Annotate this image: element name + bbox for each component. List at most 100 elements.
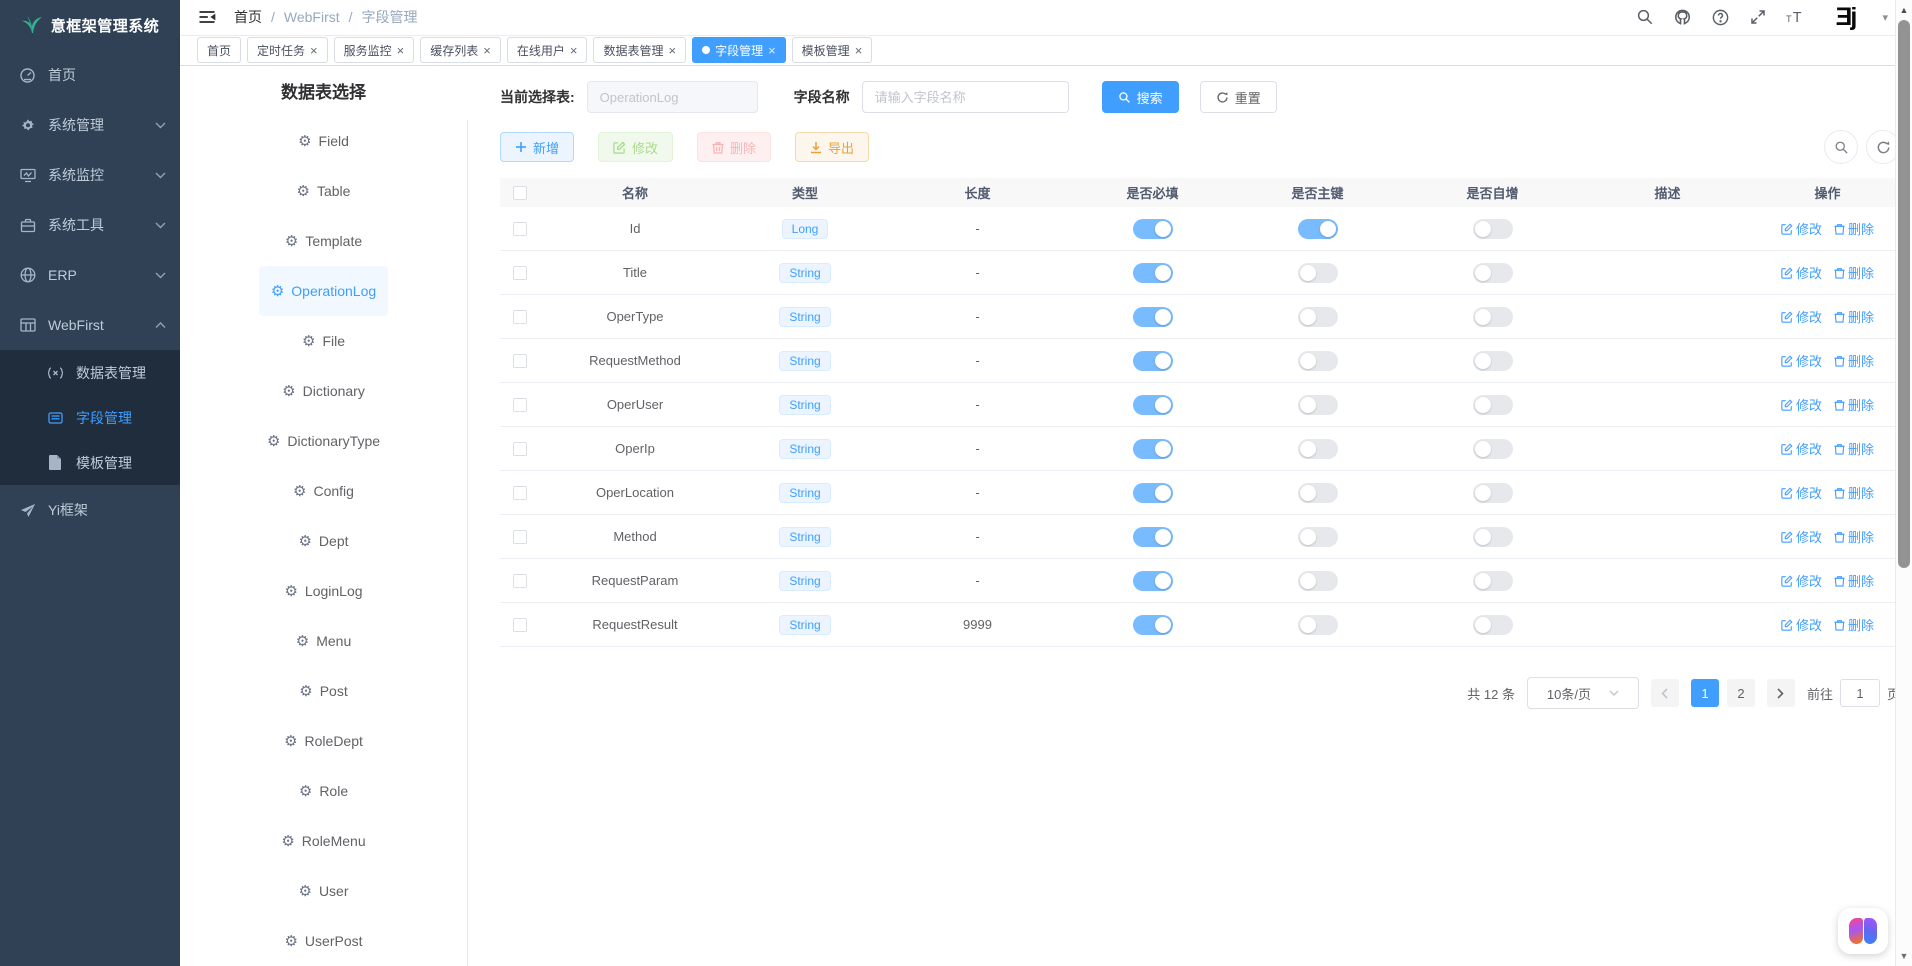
tab-close-icon[interactable]: × [397, 44, 405, 57]
row-edit-link[interactable]: 修改 [1781, 615, 1822, 634]
sidebar-item-template-management[interactable]: 模板管理 [0, 440, 180, 485]
reset-button[interactable]: 重置 [1200, 81, 1277, 113]
row-delete-link[interactable]: 删除 [1834, 483, 1874, 502]
primary-key-toggle[interactable] [1298, 571, 1338, 591]
autoincrement-toggle[interactable] [1473, 527, 1513, 547]
scrollbar-down-icon[interactable]: ▼ [1896, 948, 1912, 964]
sidebar-item-system-tools[interactable]: 系统工具 [0, 200, 180, 250]
row-checkbox[interactable] [513, 618, 527, 632]
row-edit-link[interactable]: 修改 [1781, 307, 1822, 326]
required-toggle[interactable] [1133, 395, 1173, 415]
row-edit-link[interactable]: 修改 [1781, 351, 1822, 370]
tree-item[interactable]: ⚙ LoginLog [272, 566, 374, 616]
row-delete-link[interactable]: 删除 [1834, 439, 1874, 458]
required-toggle[interactable] [1133, 527, 1173, 547]
row-delete-link[interactable]: 删除 [1834, 395, 1874, 414]
export-button[interactable]: 导出 [795, 132, 869, 162]
row-checkbox[interactable] [513, 398, 527, 412]
row-checkbox[interactable] [513, 266, 527, 280]
required-toggle[interactable] [1133, 307, 1173, 327]
row-edit-link[interactable]: 修改 [1781, 527, 1822, 546]
view-tab[interactable]: 字段管理 × [692, 37, 786, 63]
view-tab[interactable]: 定时任务 × [247, 37, 328, 63]
row-checkbox[interactable] [513, 530, 527, 544]
avatar-caret-icon[interactable]: ▾ [1882, 11, 1888, 24]
search-button[interactable]: 搜索 [1102, 81, 1179, 113]
sidebar-item-webfirst[interactable]: WebFirst [0, 300, 180, 350]
tree-item[interactable]: ⚙ Dept [286, 516, 360, 566]
tree-item[interactable]: ⚙ Dictionary [270, 366, 377, 416]
autoincrement-toggle[interactable] [1473, 351, 1513, 371]
tree-item[interactable]: ⚙ Table [285, 166, 363, 216]
page-size-select[interactable]: 10条/页 [1527, 677, 1639, 709]
tab-close-icon[interactable]: × [668, 44, 676, 57]
sidebar-collapse-icon[interactable] [197, 7, 217, 27]
sidebar-item-system-admin[interactable]: 系统管理 [0, 100, 180, 150]
tree-item[interactable]: ⚙ Template [273, 216, 374, 266]
tree-item[interactable]: ⚙ Role [287, 766, 360, 816]
row-delete-link[interactable]: 删除 [1834, 615, 1874, 634]
row-delete-link[interactable]: 删除 [1834, 263, 1874, 282]
sidebar-item-erp[interactable]: ERP [0, 250, 180, 300]
sidebar-item-field-management[interactable]: 字段管理 [0, 395, 180, 440]
tree-item[interactable]: ⚙ DictionaryType [255, 416, 392, 466]
primary-key-toggle[interactable] [1298, 615, 1338, 635]
view-tab[interactable]: 在线用户 × [507, 37, 588, 63]
tree-item[interactable]: ⚙ User [286, 866, 360, 916]
required-toggle[interactable] [1133, 571, 1173, 591]
row-delete-link[interactable]: 删除 [1834, 351, 1874, 370]
fullscreen-icon[interactable] [1749, 8, 1767, 26]
view-tab[interactable]: 服务监控 × [334, 37, 415, 63]
tree-item[interactable]: ⚙ Menu [284, 616, 363, 666]
autoincrement-toggle[interactable] [1473, 219, 1513, 239]
row-edit-link[interactable]: 修改 [1781, 219, 1822, 238]
autoincrement-toggle[interactable] [1473, 571, 1513, 591]
autoincrement-toggle[interactable] [1473, 263, 1513, 283]
autoincrement-toggle[interactable] [1473, 395, 1513, 415]
select-all-checkbox[interactable] [513, 186, 527, 200]
tree-item[interactable]: ⚙ Field [286, 116, 361, 166]
row-checkbox[interactable] [513, 486, 527, 500]
edit-button[interactable]: 修改 [598, 132, 673, 162]
breadcrumb-home[interactable]: 首页 [234, 7, 262, 27]
required-toggle[interactable] [1133, 615, 1173, 635]
tree-item[interactable]: ⚙ File [290, 316, 357, 366]
primary-key-toggle[interactable] [1298, 527, 1338, 547]
font-size-icon[interactable]: TT [1786, 8, 1808, 26]
primary-key-toggle[interactable] [1298, 307, 1338, 327]
row-edit-link[interactable]: 修改 [1781, 263, 1822, 282]
row-edit-link[interactable]: 修改 [1781, 483, 1822, 502]
view-tab[interactable]: 数据表管理 × [593, 37, 686, 63]
primary-key-toggle[interactable] [1298, 351, 1338, 371]
goto-page-input[interactable] [1840, 679, 1880, 707]
field-name-input[interactable] [862, 81, 1069, 113]
scrollbar-up-icon[interactable]: ▲ [1896, 2, 1912, 18]
view-tab[interactable]: 模板管理 × [792, 37, 873, 63]
help-icon[interactable] [1711, 8, 1730, 27]
user-avatar[interactable]: Ǝj [1827, 1, 1863, 33]
sidebar-item-system-monitor[interactable]: 系统监控 [0, 150, 180, 200]
row-checkbox[interactable] [513, 574, 527, 588]
row-checkbox[interactable] [513, 310, 527, 324]
row-checkbox[interactable] [513, 354, 527, 368]
tab-close-icon[interactable]: × [570, 44, 578, 57]
prev-page-button[interactable] [1651, 679, 1679, 707]
row-delete-link[interactable]: 删除 [1834, 307, 1874, 326]
row-delete-link[interactable]: 删除 [1834, 219, 1874, 238]
primary-key-toggle[interactable] [1298, 263, 1338, 283]
tab-close-icon[interactable]: × [768, 44, 776, 57]
row-delete-link[interactable]: 删除 [1834, 571, 1874, 590]
github-icon[interactable] [1673, 8, 1692, 27]
row-checkbox[interactable] [513, 442, 527, 456]
search-icon[interactable] [1636, 8, 1654, 26]
next-page-button[interactable] [1767, 679, 1795, 707]
required-toggle[interactable] [1133, 219, 1173, 239]
scrollbar-thumb[interactable] [1898, 20, 1910, 568]
view-tab[interactable]: 首页 × [197, 37, 241, 63]
required-toggle[interactable] [1133, 351, 1173, 371]
tab-close-icon[interactable]: × [483, 44, 491, 57]
row-checkbox[interactable] [513, 222, 527, 236]
primary-key-toggle[interactable] [1298, 439, 1338, 459]
autoincrement-toggle[interactable] [1473, 439, 1513, 459]
page-number-button[interactable]: 2 [1727, 679, 1755, 707]
